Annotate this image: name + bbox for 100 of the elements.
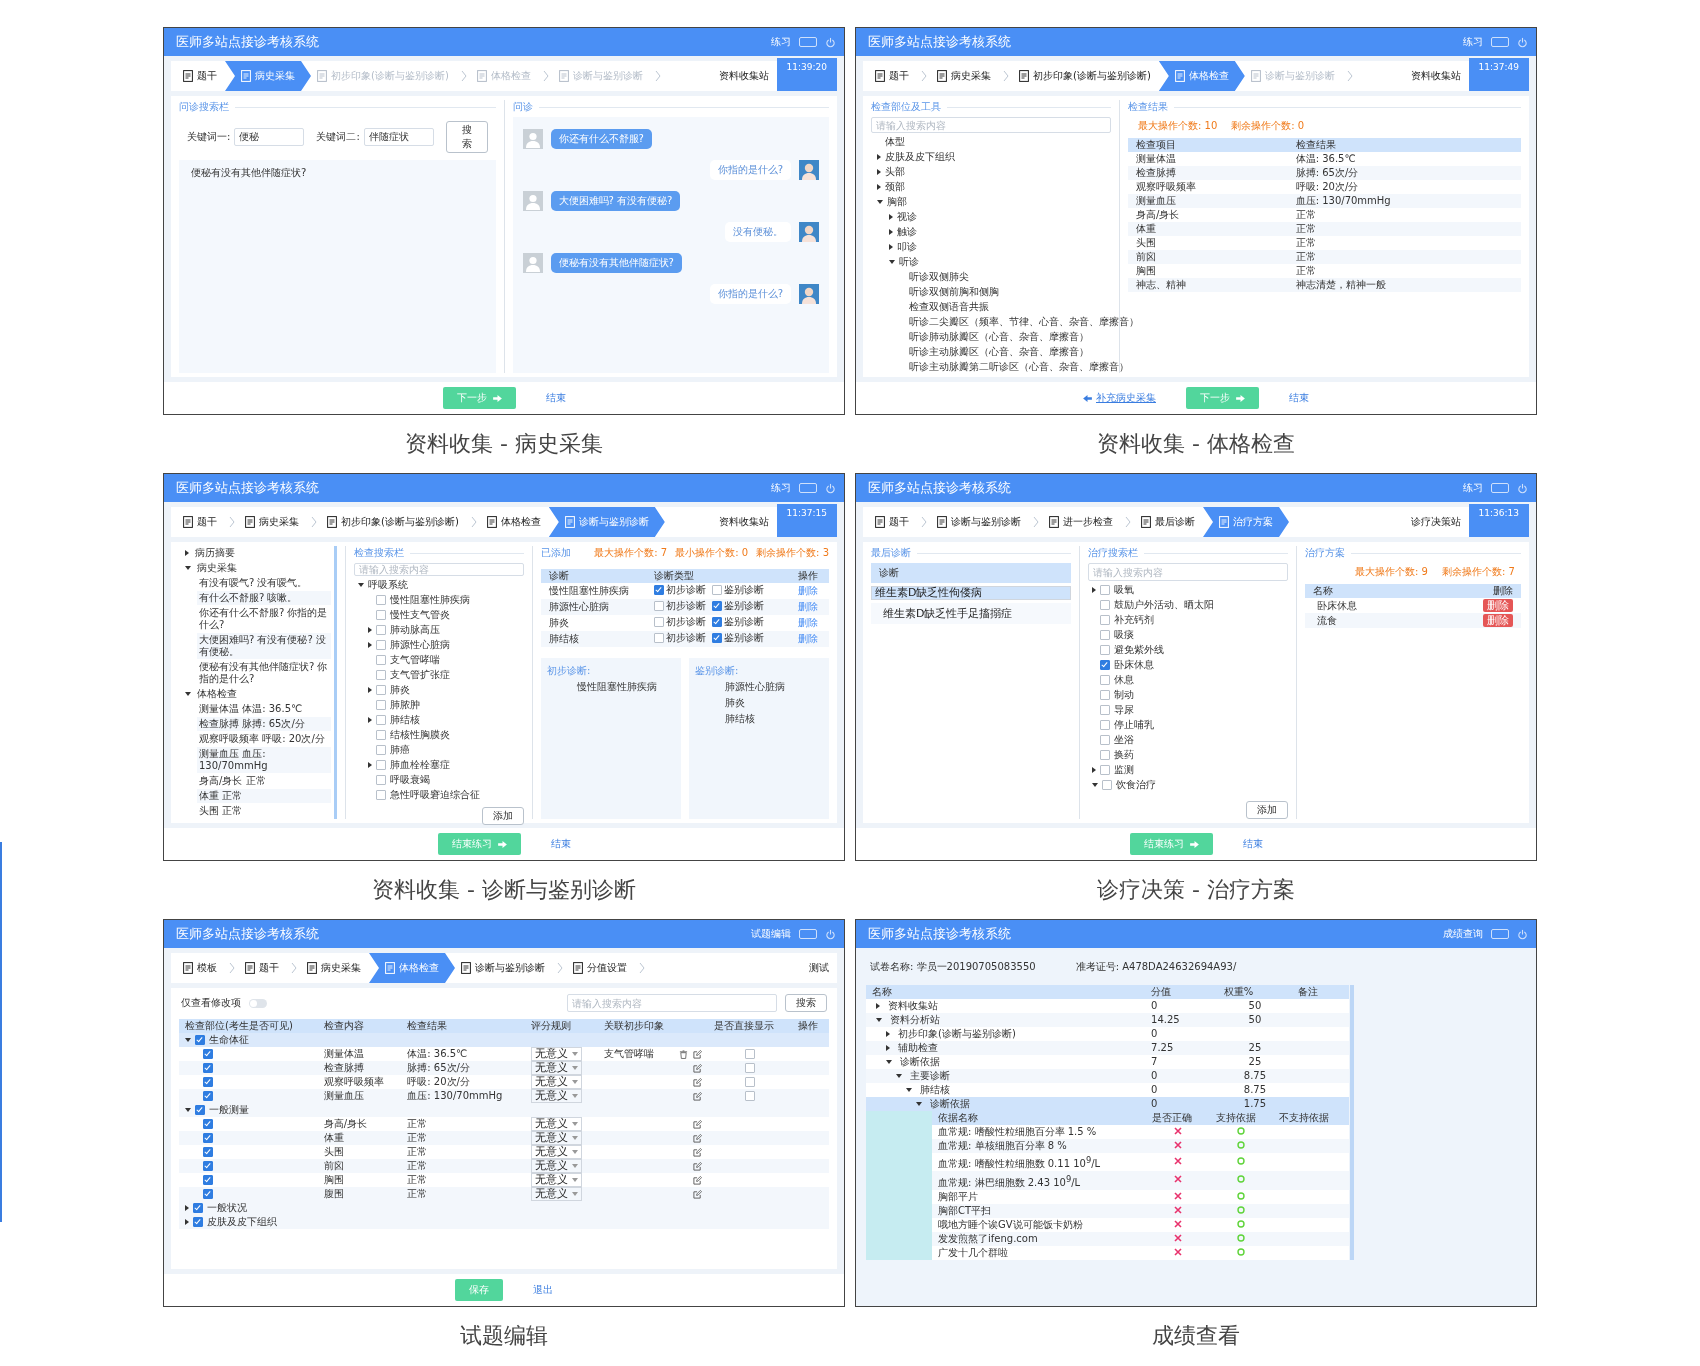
rule-select[interactable]: 无意义 (531, 1145, 583, 1159)
checkbox[interactable] (376, 730, 386, 740)
end-link[interactable]: 结束 (1289, 391, 1309, 405)
expand-caret-icon[interactable] (896, 1074, 902, 1078)
checkbox[interactable] (195, 1035, 205, 1045)
tree-item[interactable]: 支气管哮喘 (390, 654, 440, 666)
tree-item[interactable]: 饮食治疗 (1116, 779, 1156, 791)
tree-item[interactable]: 听诊肺动脉瓣区（心音、杂音、摩擦音） (909, 331, 1089, 343)
checkbox[interactable] (376, 775, 386, 785)
expand-caret-icon[interactable] (877, 200, 883, 204)
rule-select[interactable]: 无意义 (531, 1187, 583, 1201)
expand-caret-icon[interactable] (877, 184, 881, 190)
checkbox[interactable] (376, 625, 386, 635)
checkbox[interactable] (195, 1105, 205, 1115)
step-tab[interactable]: 最后诊断 (1135, 507, 1203, 537)
checkbox[interactable] (711, 601, 722, 611)
tree-item[interactable]: 停止哺乳 (1114, 719, 1154, 731)
step-tab[interactable]: 题干 (869, 61, 917, 91)
tree-item[interactable]: 肺炎 (390, 684, 410, 696)
list-item[interactable]: 维生素D缺乏性佝偻病 (871, 586, 1071, 600)
tree-item[interactable]: 肺癌 (390, 744, 410, 756)
checkbox[interactable] (203, 1077, 213, 1087)
tree-item[interactable]: 肺结核 (390, 714, 420, 726)
tree-item[interactable]: 休息 (1114, 674, 1134, 686)
search-field[interactable]: 请输入搜索内容 (567, 994, 777, 1012)
add-button[interactable]: 添加 (1246, 801, 1288, 819)
tree-item[interactable]: 制动 (1114, 689, 1134, 701)
checkbox[interactable] (653, 601, 664, 611)
tree-item[interactable]: 慢性阻塞性肺疾病 (390, 594, 470, 606)
checkbox[interactable] (203, 1119, 213, 1129)
checkbox[interactable] (376, 595, 386, 605)
toggle-switch[interactable] (249, 998, 267, 1008)
checkbox[interactable] (203, 1091, 213, 1101)
edit-icon[interactable] (693, 1049, 703, 1059)
checkbox[interactable] (203, 1049, 213, 1059)
power-icon[interactable] (1517, 36, 1528, 48)
step-tab[interactable]: 初步印象(诊断与鉴别诊断) (321, 507, 467, 537)
checkbox[interactable] (376, 715, 386, 725)
step-tab[interactable]: 病史采集 (931, 61, 999, 91)
checkbox[interactable] (653, 585, 664, 595)
edit-icon[interactable] (693, 1147, 703, 1157)
checkbox[interactable] (376, 685, 386, 695)
edit-icon[interactable] (693, 1189, 703, 1199)
table-row[interactable]: 主要诊断 0 8.75 (866, 1069, 1350, 1083)
tree-item[interactable]: 卧床休息 (1114, 659, 1154, 671)
expand-caret-icon[interactable] (886, 1031, 890, 1037)
checkbox[interactable] (203, 1147, 213, 1157)
checkbox[interactable] (1100, 660, 1110, 670)
expand-caret-icon[interactable] (1092, 783, 1098, 787)
expand-caret-icon[interactable] (886, 1060, 892, 1064)
checkbox[interactable] (653, 633, 664, 643)
tree-item[interactable]: 肺脓肿 (390, 699, 420, 711)
checkbox[interactable] (203, 1189, 213, 1199)
edit-icon[interactable] (693, 1091, 703, 1101)
expand-caret-icon[interactable] (906, 1088, 912, 1092)
list-item[interactable]: 维生素D缺乏性手足搐搦症 (871, 603, 1071, 624)
edit-icon[interactable] (693, 1063, 703, 1073)
end-link[interactable]: 结束 (550, 837, 571, 851)
checkbox[interactable] (376, 655, 386, 665)
checkbox[interactable] (376, 760, 386, 770)
tree-item[interactable]: 慢性支气管炎 (390, 609, 450, 621)
tree-item[interactable]: 吸痰 (1114, 629, 1134, 641)
expand-caret-icon[interactable] (876, 1003, 880, 1009)
expand-caret-icon[interactable] (185, 1205, 189, 1211)
rule-select[interactable]: 无意义 (531, 1173, 583, 1187)
tree-item[interactable]: 听诊双侧前胸和侧胸 (909, 286, 999, 298)
tree-item[interactable]: 听诊 (899, 256, 919, 268)
step-tab[interactable]: 病史采集 (301, 953, 369, 983)
checkbox[interactable] (711, 633, 722, 643)
search-field[interactable]: 请输入搜索内容 (871, 117, 1111, 133)
edit-icon[interactable] (693, 1077, 703, 1087)
group-row[interactable]: 一般状况 (179, 1201, 829, 1215)
tree-item[interactable]: 呼吸衰竭 (390, 774, 430, 786)
rule-select[interactable]: 无意义 (531, 1075, 583, 1089)
expand-caret-icon[interactable] (889, 214, 893, 220)
rule-select[interactable]: 无意义 (531, 1159, 583, 1173)
tree-item[interactable]: 视诊 (897, 211, 917, 223)
checkbox[interactable] (1100, 720, 1110, 730)
search-field[interactable]: 请输入搜索内容 (1088, 563, 1288, 581)
checkbox[interactable] (1100, 750, 1110, 760)
expand-caret-icon[interactable] (185, 566, 191, 570)
checkbox[interactable] (1100, 645, 1110, 655)
checkbox[interactable] (711, 617, 722, 627)
step-tab[interactable]: 初步印象(诊断与鉴别诊断) (1013, 61, 1159, 91)
add-button[interactable]: 添加 (482, 807, 524, 825)
expand-caret-icon[interactable] (368, 642, 372, 648)
tree-item[interactable]: 头部 (885, 166, 905, 178)
tree-item[interactable]: 鼓励户外活动、晒太阳 (1114, 599, 1214, 611)
checkbox[interactable] (376, 670, 386, 680)
checkbox[interactable] (1100, 765, 1110, 775)
step-tab[interactable]: 题干 (177, 507, 225, 537)
checkbox[interactable] (376, 745, 386, 755)
expand-caret-icon[interactable] (886, 1045, 890, 1051)
checkbox[interactable] (376, 790, 386, 800)
scrollbar[interactable] (1350, 985, 1355, 1260)
header-tag-icon[interactable] (799, 37, 817, 47)
tree-item[interactable]: 肺血栓栓塞症 (390, 759, 450, 771)
checkbox[interactable] (1100, 690, 1110, 700)
expand-caret-icon[interactable] (877, 169, 881, 175)
result-item[interactable]: 便秘有没有其他伴随症状? (191, 166, 484, 180)
